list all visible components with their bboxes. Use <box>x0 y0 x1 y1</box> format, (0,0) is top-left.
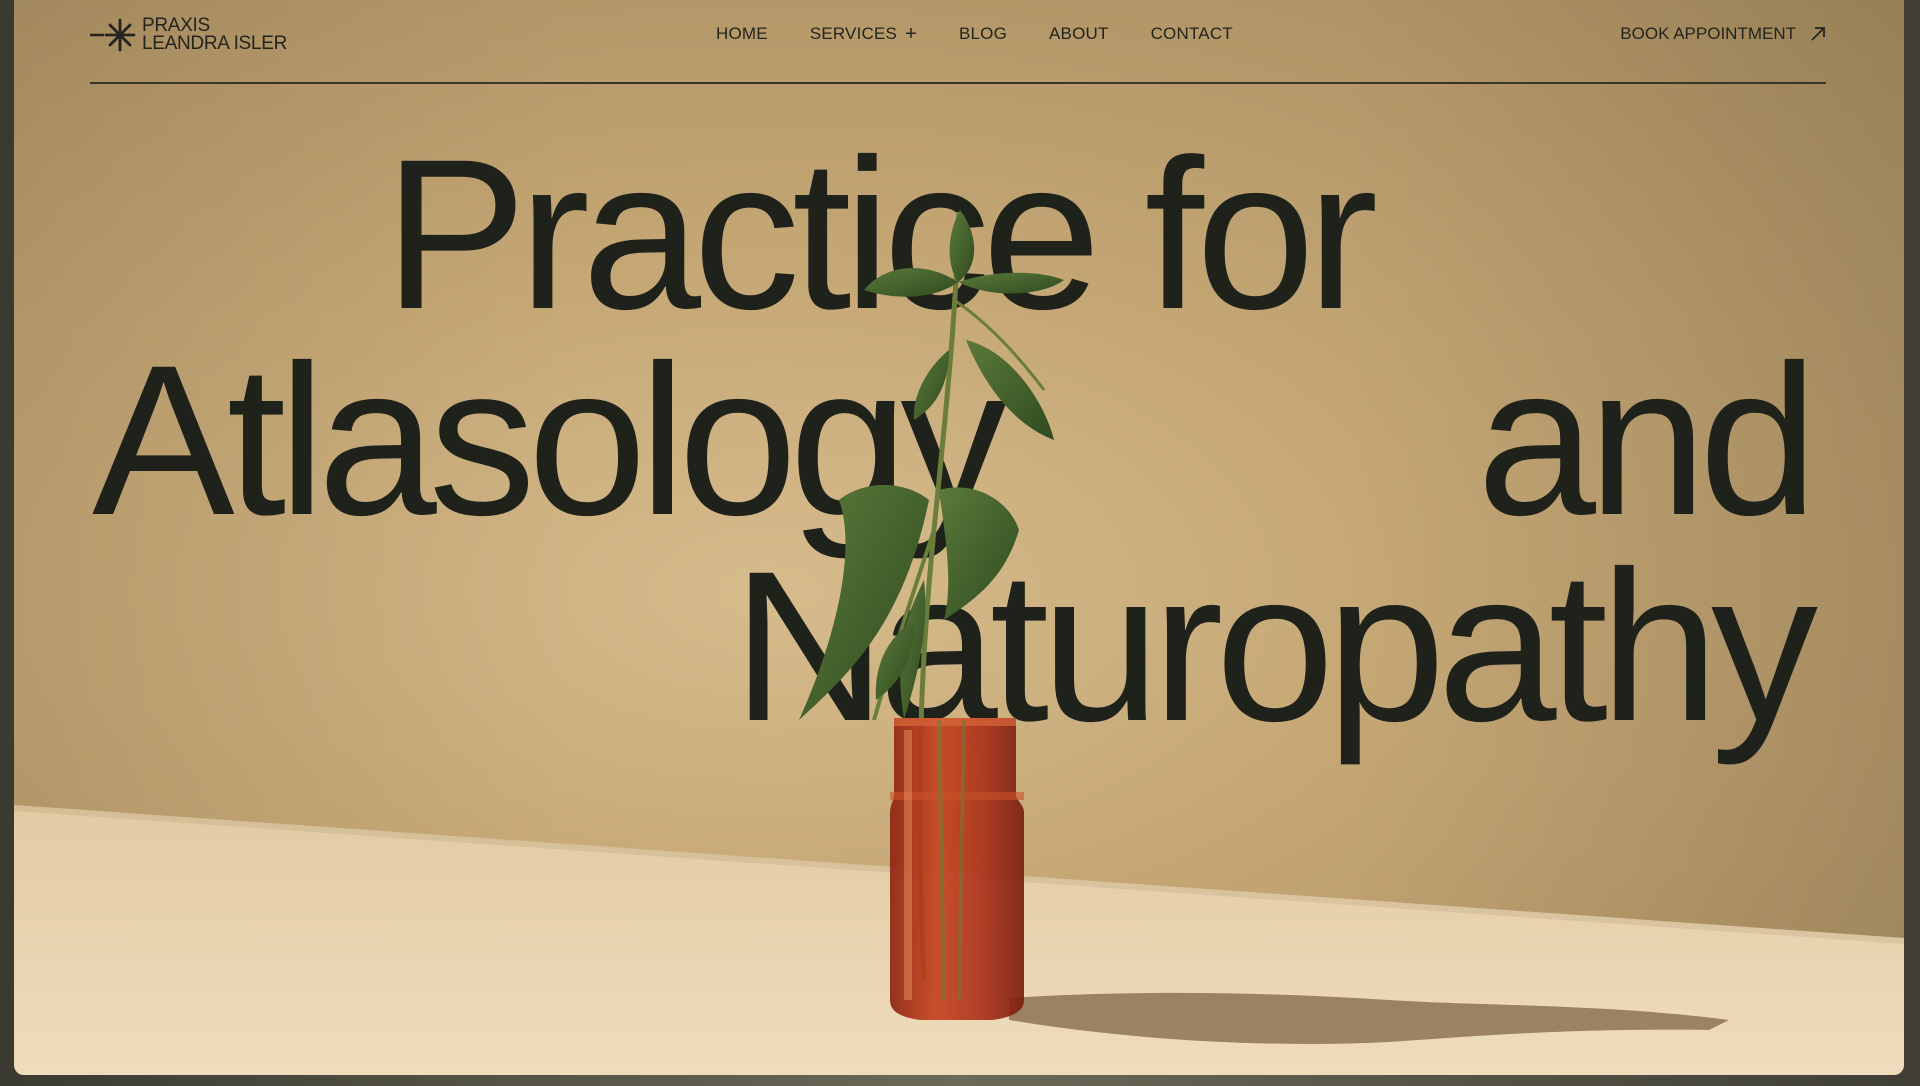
nav-about-label: ABOUT <box>1049 24 1109 43</box>
nav-blog-label: BLOG <box>958 24 1008 43</box>
brand-line-2: LEANDRA ISLER <box>142 33 287 54</box>
brand-logo[interactable]: PRAXIS LEANDRA ISLER <box>90 16 287 54</box>
book-appointment-label: BOOK APPOINTMENT <box>1620 24 1796 43</box>
arrow-up-right-icon <box>1811 27 1825 41</box>
book-appointment-button[interactable]: BOOK APPOINTMENT <box>1620 24 1826 44</box>
nav-contact[interactable]: CONTACT <box>1151 24 1233 44</box>
nav-blog[interactable]: BLOG <box>959 24 1007 44</box>
nav-about[interactable]: ABOUT <box>1049 24 1109 44</box>
nav-services-label: SERVICES <box>809 24 898 43</box>
brand-name: PRAXIS LEANDRA ISLER <box>142 16 287 54</box>
nav-home-label: HOME <box>716 24 768 43</box>
viewport: Practice for Atlasology and Naturopathy <box>0 0 1920 1086</box>
plus-icon: + <box>905 22 917 45</box>
nav-services[interactable]: SERVICES + <box>810 24 917 44</box>
nav-contact-label: CONTACT <box>1150 24 1233 43</box>
asterisk-dash-icon <box>90 18 136 52</box>
top-navigation: PRAXIS LEANDRA ISLER HOME SERVICES + BLO… <box>90 0 1826 84</box>
plant-in-vase-image <box>799 210 1064 1020</box>
main-menu: HOME SERVICES + BLOG ABOUT CONTACT <box>716 24 1233 44</box>
hero-section: Practice for Atlasology and Naturopathy <box>14 0 1904 1075</box>
nav-home[interactable]: HOME <box>716 24 768 44</box>
